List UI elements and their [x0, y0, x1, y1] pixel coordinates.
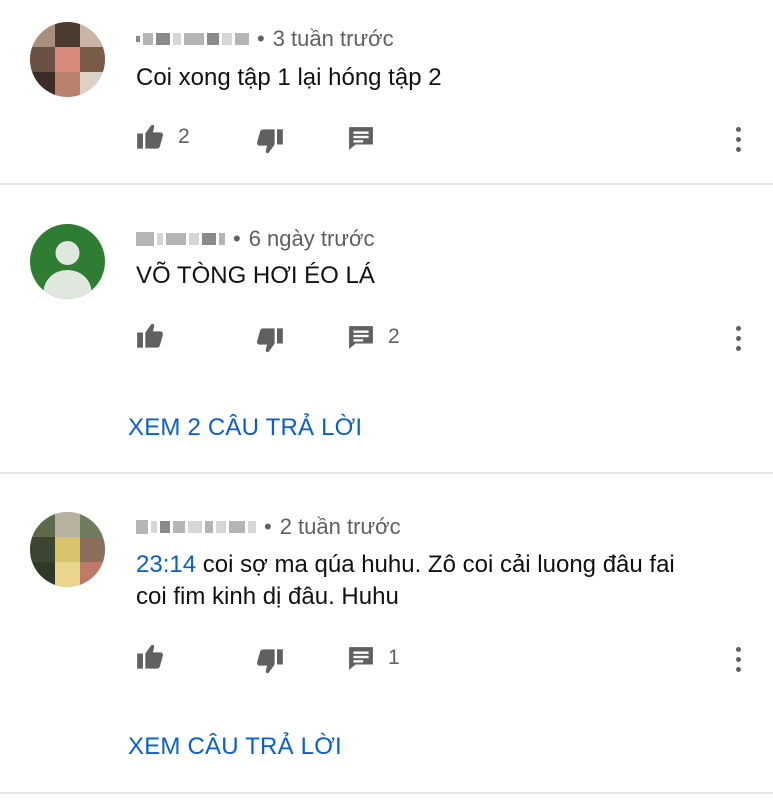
- reply-count: 1: [388, 646, 400, 669]
- dislike-icon: [257, 328, 283, 353]
- avatar[interactable]: [30, 224, 105, 299]
- like-button[interactable]: [136, 643, 164, 671]
- reply-icon: [349, 647, 373, 670]
- comment-meta: • 2 tuần trước: [136, 514, 401, 540]
- like-button[interactable]: 2: [136, 123, 190, 151]
- meta-separator: •: [233, 226, 241, 251]
- default-avatar-icon: [43, 241, 92, 299]
- reply-button[interactable]: 1: [348, 645, 400, 671]
- divider: [0, 472, 773, 474]
- comment-text-part: coi sợ ma qúa huhu. Zô coi cải luong đâu…: [196, 551, 675, 578]
- reply-icon: [349, 326, 373, 349]
- comment-time[interactable]: 3 tuần trước: [273, 26, 394, 52]
- comment-text: 23:14 coi sợ ma qúa huhu. Zô coi cải luo…: [136, 549, 675, 613]
- view-replies-link[interactable]: XEM CÂU TRẢ LỜI: [128, 733, 342, 761]
- more-vert-icon: [735, 126, 741, 132]
- dislike-button[interactable]: [256, 326, 284, 354]
- more-options-button[interactable]: [726, 639, 750, 679]
- more-options-button[interactable]: [726, 318, 750, 358]
- avatar[interactable]: [30, 512, 105, 587]
- more-vert-icon: [735, 646, 741, 652]
- comment-actions: 2: [0, 117, 773, 157]
- comment-time[interactable]: 2 tuần trước: [280, 514, 401, 540]
- view-replies-link[interactable]: XEM 2 CÂU TRẢ LỜI: [128, 414, 362, 442]
- reply-button[interactable]: [348, 125, 374, 151]
- redacted-username[interactable]: [136, 232, 225, 246]
- divider: [0, 183, 773, 185]
- comment-meta: • 6 ngày trước: [136, 226, 374, 252]
- dislike-button[interactable]: [256, 127, 284, 155]
- meta-separator: •: [264, 514, 272, 539]
- like-icon: [137, 644, 163, 669]
- comment-meta: • 3 tuần trước: [136, 26, 394, 52]
- redacted-username[interactable]: [136, 33, 249, 45]
- comment-actions: 2: [0, 316, 773, 356]
- reply-icon: [349, 127, 373, 150]
- dislike-button[interactable]: [256, 647, 284, 675]
- redacted-username[interactable]: [136, 520, 256, 534]
- comment-text: VÕ TÒNG HƠI ÉO LÁ: [136, 262, 375, 289]
- like-icon: [137, 323, 163, 348]
- user-avatar-image: [30, 22, 105, 97]
- dislike-icon: [257, 129, 283, 154]
- like-button[interactable]: [136, 322, 164, 350]
- comment-text-line-1: 23:14 coi sợ ma qúa huhu. Zô coi cải luo…: [136, 549, 675, 581]
- like-icon: [137, 124, 163, 149]
- comment-text: Coi xong tập 1 lại hóng tập 2: [136, 64, 442, 91]
- more-vert-icon: [735, 325, 741, 331]
- user-avatar-image: [30, 512, 105, 587]
- reply-count: 2: [388, 325, 400, 348]
- comment-time[interactable]: 6 ngày trước: [249, 226, 375, 252]
- reply-button[interactable]: 2: [348, 324, 400, 350]
- avatar[interactable]: [30, 22, 105, 97]
- dislike-icon: [257, 649, 283, 674]
- more-options-button[interactable]: [726, 119, 750, 159]
- like-count: 2: [178, 125, 190, 148]
- timestamp-link[interactable]: 23:14: [136, 551, 196, 578]
- meta-separator: •: [257, 26, 265, 51]
- comment-text-line-2: coi fim kinh dị đâu. Huhu: [136, 583, 399, 610]
- comment-actions: 1: [0, 637, 773, 677]
- divider: [0, 792, 773, 794]
